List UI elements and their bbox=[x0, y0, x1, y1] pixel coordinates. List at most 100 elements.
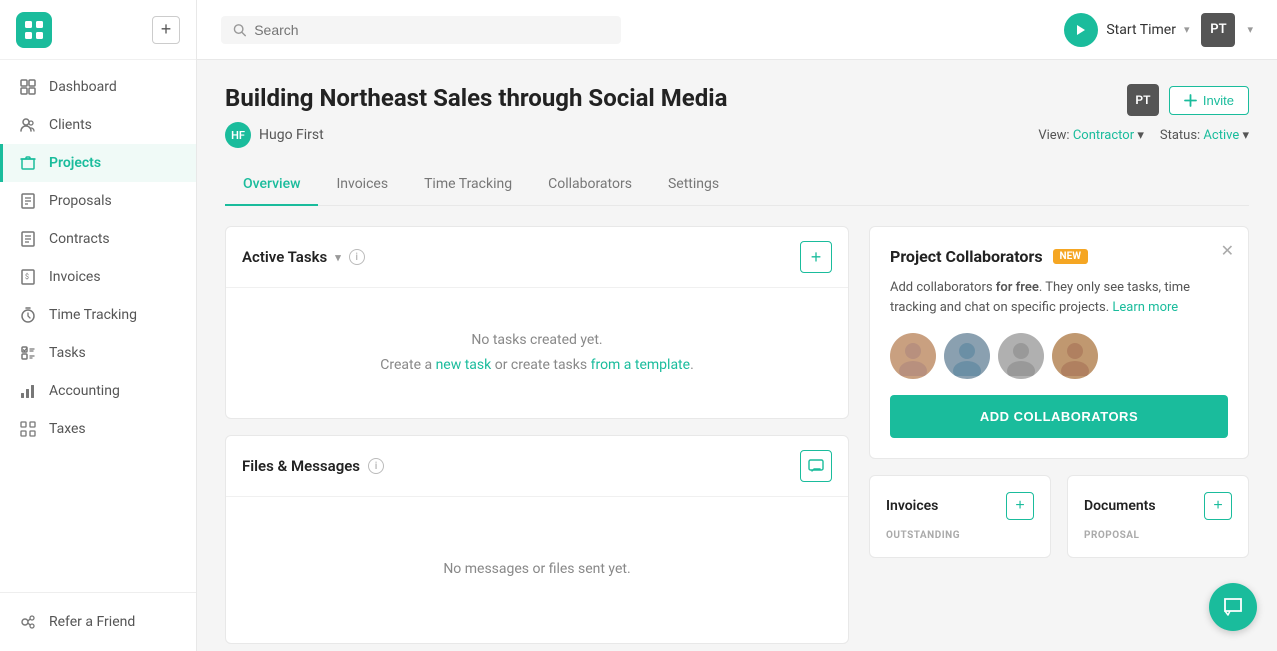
search-box[interactable] bbox=[221, 16, 621, 44]
tab-collaborators[interactable]: Collaborators bbox=[530, 164, 650, 206]
sidebar: + Dashboard Clients Projects bbox=[0, 0, 197, 651]
learn-more-link[interactable]: Learn more bbox=[1112, 300, 1178, 315]
invoices-icon: $ bbox=[19, 268, 37, 286]
owner-name: Hugo First bbox=[259, 127, 324, 143]
svg-text:$: $ bbox=[25, 273, 29, 281]
active-tasks-info-icon[interactable]: i bbox=[349, 249, 365, 265]
collaborator-avatar-1 bbox=[890, 333, 936, 379]
user-avatar[interactable]: PT bbox=[1201, 13, 1235, 47]
sidebar-item-time-tracking[interactable]: Time Tracking bbox=[0, 296, 196, 334]
proposals-icon bbox=[19, 192, 37, 210]
dashboard-label: Dashboard bbox=[49, 79, 117, 95]
collaborator-avatar-3 bbox=[998, 333, 1044, 379]
timer-button[interactable]: Start Timer ▾ bbox=[1064, 13, 1189, 47]
sidebar-item-tasks[interactable]: Tasks bbox=[0, 334, 196, 372]
sidebar-item-refer[interactable]: Refer a Friend bbox=[16, 605, 180, 639]
files-messages-body: No messages or files sent yet. bbox=[226, 497, 848, 642]
user-chevron-icon: ▾ bbox=[1247, 23, 1253, 36]
files-messages-title: Files & Messages i bbox=[242, 457, 384, 475]
status-chevron-icon: ▾ bbox=[1242, 128, 1249, 143]
sidebar-item-accounting[interactable]: Accounting bbox=[0, 372, 196, 410]
project-owner: HF Hugo First bbox=[225, 122, 324, 148]
sidebar-item-projects[interactable]: Projects bbox=[0, 144, 196, 182]
active-tasks-header-right: + bbox=[800, 241, 832, 273]
time-tracking-label: Time Tracking bbox=[49, 307, 137, 323]
tab-time-tracking[interactable]: Time Tracking bbox=[406, 164, 530, 206]
view-value[interactable]: Contractor bbox=[1073, 128, 1134, 143]
view-label: View: Contractor ▾ bbox=[1038, 128, 1144, 143]
files-messages-card: Files & Messages i No messages or files … bbox=[225, 435, 849, 643]
sidebar-item-contracts[interactable]: Contracts bbox=[0, 220, 196, 258]
tab-overview[interactable]: Overview bbox=[225, 164, 318, 206]
sidebar-item-proposals[interactable]: Proposals bbox=[0, 182, 196, 220]
sidebar-footer: Refer a Friend bbox=[0, 592, 196, 651]
sidebar-item-invoices[interactable]: $ Invoices bbox=[0, 258, 196, 296]
project-header-right: PT Invite bbox=[1127, 84, 1249, 116]
search-icon bbox=[233, 23, 246, 37]
timer-play-icon bbox=[1064, 13, 1098, 47]
invite-button[interactable]: Invite bbox=[1169, 86, 1249, 115]
contracts-label: Contracts bbox=[49, 231, 110, 247]
right-column: Project Collaborators NEW ✕ Add collabor… bbox=[869, 226, 1249, 644]
view-status-area: View: Contractor ▾ Status: Active ▾ bbox=[1038, 128, 1249, 143]
refer-icon bbox=[19, 613, 37, 631]
bottom-mini-cards: Invoices + OUTSTANDING Documents + PROPO… bbox=[869, 475, 1249, 558]
project-title: Building Northeast Sales through Social … bbox=[225, 84, 727, 112]
sidebar-item-clients[interactable]: Clients bbox=[0, 106, 196, 144]
documents-mini-title: Documents bbox=[1084, 498, 1156, 514]
tab-settings[interactable]: Settings bbox=[650, 164, 737, 206]
view-chevron-icon: ▾ bbox=[1137, 128, 1144, 143]
active-tasks-chevron-icon[interactable]: ▾ bbox=[335, 251, 341, 264]
invite-icon bbox=[1184, 94, 1197, 107]
sidebar-item-dashboard[interactable]: Dashboard bbox=[0, 68, 196, 106]
proposal-label: PROPOSAL bbox=[1084, 530, 1232, 541]
status-value[interactable]: Active bbox=[1203, 128, 1239, 143]
add-collaborators-button[interactable]: ADD COLLABORATORS bbox=[890, 395, 1228, 438]
collaborators-card: Project Collaborators NEW ✕ Add collabor… bbox=[869, 226, 1249, 459]
add-new-button[interactable]: + bbox=[152, 16, 180, 44]
sidebar-header: + bbox=[0, 0, 196, 60]
time-tracking-icon bbox=[19, 306, 37, 324]
close-collaborators-button[interactable]: ✕ bbox=[1221, 241, 1234, 261]
search-input[interactable] bbox=[254, 22, 609, 38]
timer-label: Start Timer bbox=[1106, 22, 1176, 38]
sidebar-nav: Dashboard Clients Projects Proposals bbox=[0, 60, 196, 592]
from-template-link[interactable]: from a template bbox=[591, 357, 690, 373]
contracts-icon bbox=[19, 230, 37, 248]
projects-label: Projects bbox=[49, 155, 101, 171]
project-header: Building Northeast Sales through Social … bbox=[225, 84, 1249, 116]
collaborators-title: Project Collaborators bbox=[890, 247, 1043, 266]
new-task-link[interactable]: new task bbox=[436, 357, 492, 373]
topbar-right: Start Timer ▾ PT ▾ bbox=[1064, 13, 1253, 47]
outstanding-label: OUTSTANDING bbox=[886, 530, 1034, 541]
two-col-layout: Active Tasks ▾ i + No tasks created yet.… bbox=[225, 226, 1249, 644]
files-messages-header-right bbox=[800, 450, 832, 482]
invoices-mini-title: Invoices bbox=[886, 498, 938, 514]
main-area: Start Timer ▾ PT ▾ Building Northeast Sa… bbox=[197, 0, 1277, 651]
invoices-label: Invoices bbox=[49, 269, 101, 285]
collaborators-header: Project Collaborators NEW bbox=[890, 247, 1228, 266]
project-meta: HF Hugo First View: Contractor ▾ Status:… bbox=[225, 122, 1249, 148]
content-area: Building Northeast Sales through Social … bbox=[197, 60, 1277, 651]
app-logo bbox=[16, 12, 52, 48]
owner-avatar: HF bbox=[225, 122, 251, 148]
collaborators-description: Add collaborators for free. They only se… bbox=[890, 278, 1228, 317]
left-column: Active Tasks ▾ i + No tasks created yet.… bbox=[225, 226, 849, 644]
projects-icon bbox=[19, 154, 37, 172]
tasks-label: Tasks bbox=[49, 345, 86, 361]
clients-icon bbox=[19, 116, 37, 134]
no-tasks-text: No tasks created yet. bbox=[242, 328, 832, 353]
add-task-button[interactable]: + bbox=[800, 241, 832, 273]
dashboard-icon bbox=[19, 78, 37, 96]
files-messages-info-icon[interactable]: i bbox=[368, 458, 384, 474]
documents-mini-card: Documents + PROPOSAL bbox=[1067, 475, 1249, 558]
clients-label: Clients bbox=[49, 117, 92, 133]
add-document-button[interactable]: + bbox=[1204, 492, 1232, 520]
tab-invoices[interactable]: Invoices bbox=[318, 164, 406, 206]
chat-bubble-button[interactable] bbox=[1209, 583, 1257, 631]
new-badge: NEW bbox=[1053, 249, 1088, 264]
send-message-button[interactable] bbox=[800, 450, 832, 482]
accounting-icon bbox=[19, 382, 37, 400]
add-invoice-button[interactable]: + bbox=[1006, 492, 1034, 520]
sidebar-item-taxes[interactable]: Taxes bbox=[0, 410, 196, 448]
